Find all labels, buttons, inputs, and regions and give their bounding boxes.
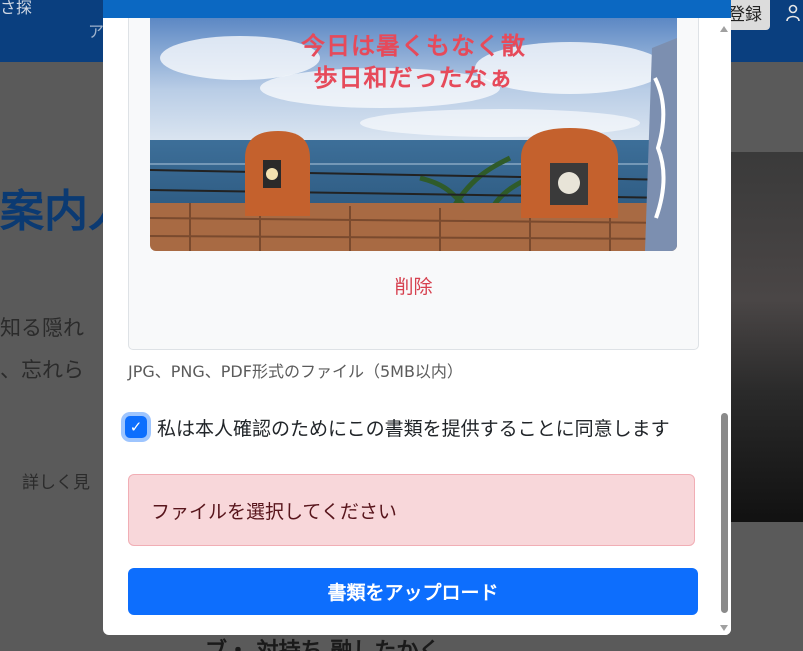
background-text-line2: 、忘れら <box>0 358 84 382</box>
consent-checkbox-row[interactable]: ✓ 私は本人確認のためにこの書類を提供することに同意します <box>125 413 670 441</box>
scrollbar-thumb[interactable] <box>721 413 728 613</box>
modal-header-bar <box>103 0 731 18</box>
background-photo <box>731 152 803 522</box>
background-nav-text: さ探 <box>0 0 33 17</box>
chevron-down-icon[interactable] <box>720 625 728 631</box>
check-icon: ✓ <box>129 418 143 436</box>
file-preview-box: 今日は暑くもなく散 歩日和だったなぁ 削除 <box>128 18 699 350</box>
delete-file-button[interactable]: 削除 <box>129 272 698 299</box>
image-caption-line2: 歩日和だったなぁ <box>313 64 514 92</box>
background-text-line1: 知る隠れ <box>0 316 84 340</box>
background-more-link: 詳しく見 <box>22 473 90 493</box>
consent-checkbox[interactable]: ✓ <box>125 416 147 438</box>
error-alert: ファイルを選択してください <box>128 474 695 546</box>
image-caption: 今日は暑くもなく散 歩日和だったなぁ <box>150 30 677 94</box>
image-caption-line1: 今日は暑くもなく散 <box>301 32 526 60</box>
background-bottom-text: ブ・ 対持ち 融したかく <box>205 633 440 651</box>
user-icon <box>786 4 800 22</box>
file-format-help-text: JPG、PNG、PDF形式のファイル（5MB以内） <box>128 362 463 381</box>
background-nav-text-2: ア <box>88 22 105 41</box>
preview-image: 今日は暑くもなく散 歩日和だったなぁ <box>150 18 677 251</box>
consent-label[interactable]: 私は本人確認のためにこの書類を提供することに同意します <box>157 414 670 441</box>
modal-body: 今日は暑くもなく散 歩日和だったなぁ 削除 JPG、PNG、PDF形式のファイル… <box>103 18 715 635</box>
upload-modal: 今日は暑くもなく散 歩日和だったなぁ 削除 JPG、PNG、PDF形式のファイル… <box>103 0 731 635</box>
chevron-up-icon[interactable] <box>720 26 728 32</box>
upload-document-button[interactable]: 書類をアップロード <box>128 568 698 615</box>
modal-scrollbar[interactable] <box>717 18 731 635</box>
